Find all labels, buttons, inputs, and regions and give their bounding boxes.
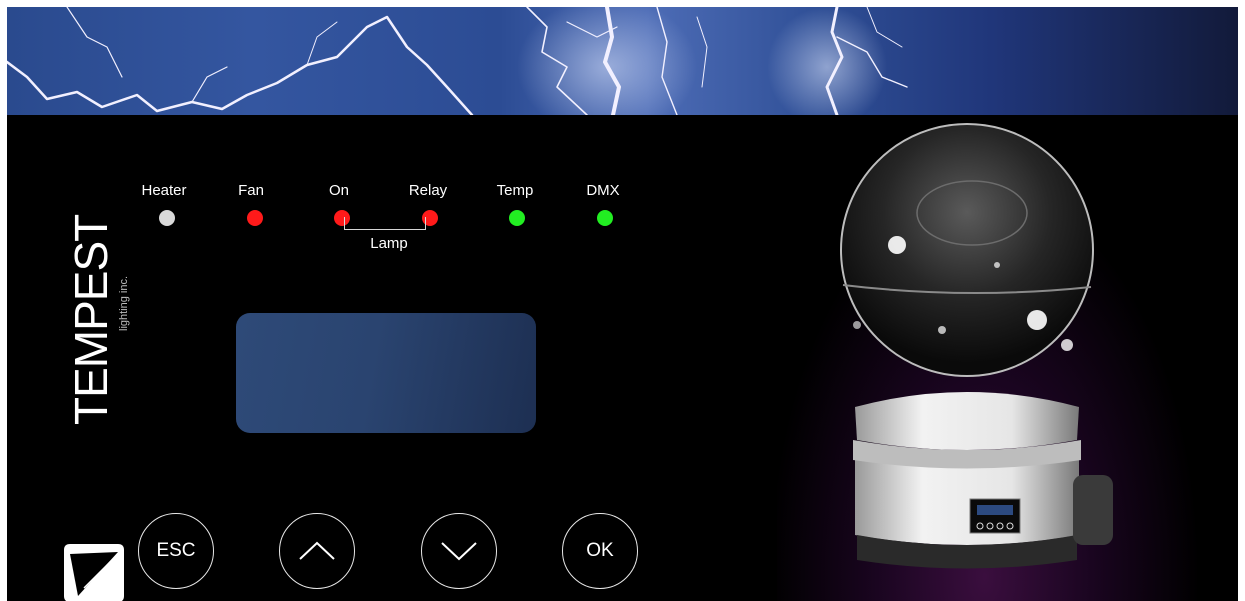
brand-subtitle: lighting inc.	[118, 275, 130, 331]
brand-wordmark: TEMPEST lighting inc.	[62, 215, 132, 507]
chevron-up-icon	[299, 541, 335, 560]
lcd-display	[236, 313, 536, 433]
up-button[interactable]	[279, 513, 355, 589]
led-label-relay: Relay	[408, 182, 448, 199]
led-label-heater: Heater	[141, 182, 187, 199]
product-photo	[777, 115, 1238, 601]
chevron-down-icon	[441, 542, 477, 561]
dmx-led	[597, 210, 613, 226]
led-label-temp: Temp	[496, 182, 534, 199]
lamp-bracket	[344, 217, 426, 230]
led-label-lamp-on: On	[328, 182, 349, 199]
temp-led	[509, 210, 525, 226]
app-frame: Heater Fan On Relay Temp DMX Lamp TEMPES…	[7, 7, 1238, 601]
led-label-dmx: DMX	[586, 182, 620, 199]
controller-panel: Heater Fan On Relay Temp DMX Lamp TEMPES…	[7, 115, 777, 601]
brand-name: TEMPEST	[65, 214, 117, 425]
lightning-banner	[7, 7, 1238, 115]
fan-led	[247, 210, 263, 226]
lamp-group-label: Lamp	[370, 235, 408, 252]
led-label-fan: Fan	[238, 182, 264, 199]
ok-button[interactable]: OK	[562, 513, 638, 589]
plasma-globe-image	[840, 123, 1113, 569]
esc-button[interactable]: ESC	[138, 513, 214, 589]
lightning-image	[7, 7, 908, 115]
down-button[interactable]	[421, 513, 497, 589]
tempest-logo-icon	[64, 544, 124, 601]
heater-led	[159, 210, 175, 226]
